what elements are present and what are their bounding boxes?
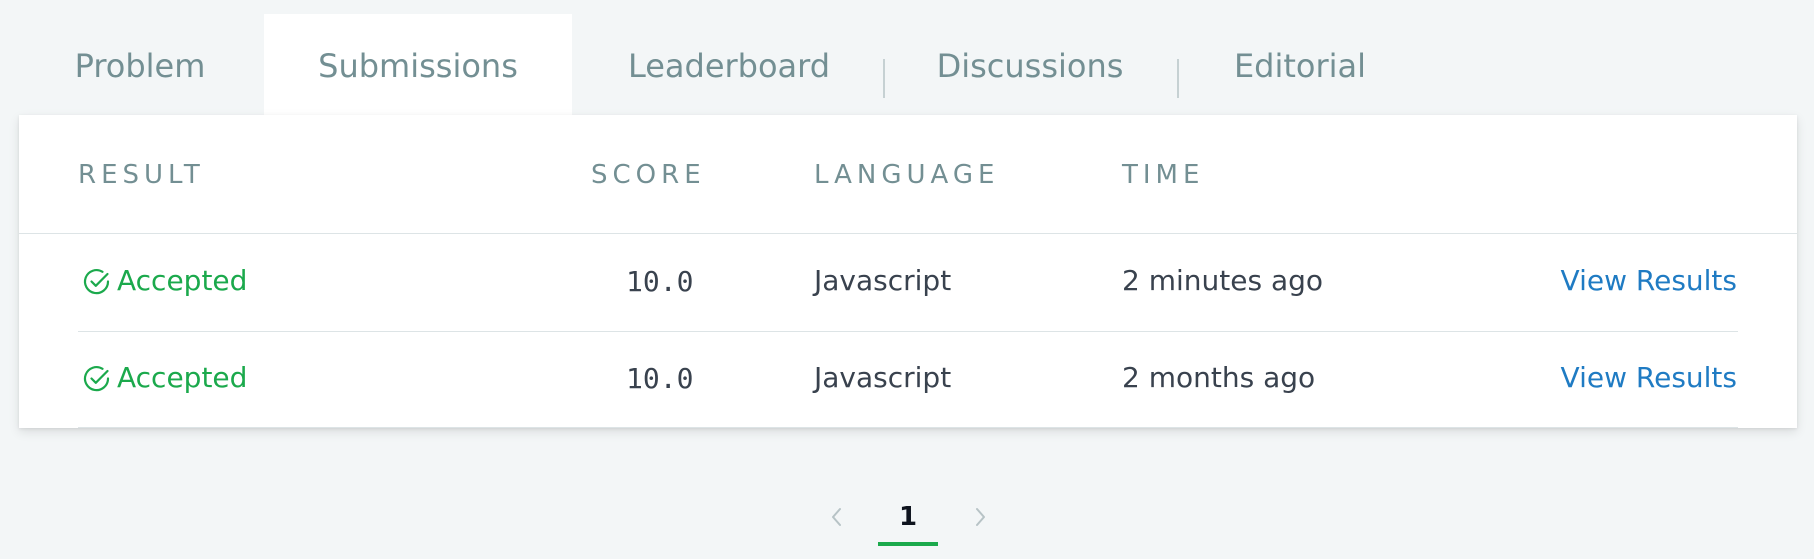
tab-problem[interactable]: Problem <box>40 14 240 115</box>
check-circle-icon <box>83 365 110 391</box>
submissions-table: RESULT SCORE LANGUAGE TIME Accepted 10.0… <box>19 115 1797 428</box>
pagination: 1 <box>0 488 1814 548</box>
score-value: 10.0 <box>626 362 694 395</box>
column-header-score: SCORE <box>591 160 706 190</box>
tab-submissions[interactable]: Submissions <box>264 14 572 115</box>
view-results-link[interactable]: View Results <box>1561 264 1737 297</box>
tab-editorial[interactable]: Editorial <box>1210 14 1390 115</box>
time-value: 2 minutes ago <box>1122 264 1324 297</box>
row-divider <box>78 427 1738 428</box>
tab-divider <box>1177 59 1179 98</box>
active-page-indicator <box>878 542 938 546</box>
column-header-language: LANGUAGE <box>814 160 1000 190</box>
page-number[interactable]: 1 <box>878 488 938 548</box>
view-results-link[interactable]: View Results <box>1561 361 1737 394</box>
chevron-right-icon[interactable] <box>968 502 992 532</box>
tab-divider <box>883 59 885 98</box>
tab-discussions[interactable]: Discussions <box>910 14 1150 115</box>
time-value: 2 months ago <box>1122 361 1316 394</box>
table-row: Accepted 10.0 Javascript 2 minutes ago V… <box>19 234 1797 331</box>
result-label: Accepted <box>117 264 248 297</box>
language-value: Javascript <box>814 361 952 394</box>
tab-leaderboard[interactable]: Leaderboard <box>604 14 854 115</box>
result-label: Accepted <box>117 361 248 394</box>
column-header-result: RESULT <box>78 160 205 190</box>
column-header-time: TIME <box>1122 160 1205 190</box>
language-value: Javascript <box>814 264 952 297</box>
table-row: Accepted 10.0 Javascript 2 months ago Vi… <box>19 331 1797 428</box>
status-accepted: Accepted <box>82 264 247 297</box>
score-value: 10.0 <box>626 265 694 298</box>
chevron-left-icon[interactable] <box>825 502 849 532</box>
check-circle-icon <box>83 268 110 294</box>
problem-tabs: Problem Submissions Leaderboard Discussi… <box>0 14 1814 115</box>
status-accepted: Accepted <box>82 361 247 394</box>
